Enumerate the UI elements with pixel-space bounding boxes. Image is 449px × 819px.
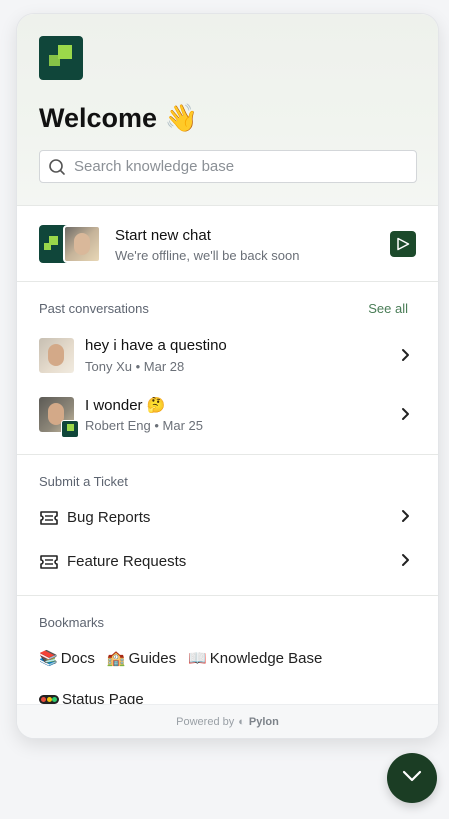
past-conversations-title: Past conversations — [39, 301, 149, 316]
offline-status: We're offline, we'll be back soon — [115, 248, 300, 263]
bookmarks-section: Bookmarks 📚 Docs 🏫 Guides 📖 Knowledge Base … — [17, 596, 438, 708]
bookmark-knowledge-base[interactable]: 📖 Knowledge Base — [188, 649, 322, 668]
school-icon: 🏫 — [106, 650, 126, 667]
brand-name: Pylon — [248, 715, 279, 728]
books-icon: 📚 — [39, 650, 58, 667]
collapse-widget-button[interactable] — [387, 753, 437, 803]
conversation-meta: Tony Xu • Mar 28 — [85, 359, 185, 374]
chevron-right-icon — [400, 509, 410, 528]
company-badge-icon — [61, 420, 79, 438]
start-new-chat[interactable]: Start new chat We're offline, we'll be b… — [17, 206, 438, 282]
chevron-down-icon — [401, 769, 423, 788]
ticket-feature-requests[interactable]: Feature Requests — [17, 541, 438, 585]
pylon-logo-icon: ◐ — [238, 715, 245, 728]
submit-ticket-title: Submit a Ticket — [39, 474, 128, 489]
traffic-light-icon — [39, 695, 59, 704]
bookmark-docs[interactable]: 📚 Docs — [39, 649, 95, 668]
conversation-meta: Robert Eng • Mar 25 — [85, 418, 204, 433]
search-input[interactable] — [74, 158, 404, 175]
open-book-icon: 📖 — [188, 650, 207, 667]
widget-header: Welcome 👋 — [17, 14, 438, 206]
search-box[interactable] — [39, 150, 417, 183]
ticket-icon — [39, 553, 59, 576]
wave-emoji: 👋 — [164, 103, 199, 133]
ticket-bug-reports[interactable]: Bug Reports — [17, 497, 438, 541]
chevron-right-icon — [400, 407, 410, 426]
ticket-label: Feature Requests — [67, 553, 187, 570]
search-icon — [40, 158, 74, 176]
send-icon[interactable] — [390, 231, 416, 257]
ticket-label: Bug Reports — [67, 509, 151, 526]
team-avatars — [39, 225, 103, 263]
conversation-item[interactable]: hey i have a questino Tony Xu • Mar 28 — [17, 331, 438, 390]
bookmark-guides[interactable]: 🏫 Guides — [106, 649, 176, 668]
support-widget: Welcome 👋 Start new chat We're offline, … — [16, 13, 439, 739]
chevron-right-icon — [400, 553, 410, 572]
see-all-link[interactable]: See all — [368, 301, 408, 316]
past-conversations-section: Past conversations See all hey i have a … — [17, 282, 438, 455]
conversation-title: I wonder 🤔 — [85, 397, 166, 414]
conversation-item[interactable]: I wonder 🤔 Robert Eng • Mar 25 — [17, 390, 438, 449]
bookmarks-title: Bookmarks — [39, 615, 105, 630]
new-chat-title: Start new chat — [115, 227, 211, 244]
ticket-icon — [39, 509, 59, 532]
powered-by-footer: Powered by ◐ Pylon — [17, 704, 438, 738]
welcome-heading: Welcome 👋 — [39, 103, 199, 133]
chevron-right-icon — [400, 348, 410, 367]
conversation-title: hey i have a questino — [85, 337, 227, 354]
company-logo — [39, 36, 83, 80]
agent-avatar — [63, 225, 101, 263]
avatar — [39, 338, 74, 373]
submit-ticket-section: Submit a Ticket Bug Reports Feature Requ… — [17, 455, 438, 596]
